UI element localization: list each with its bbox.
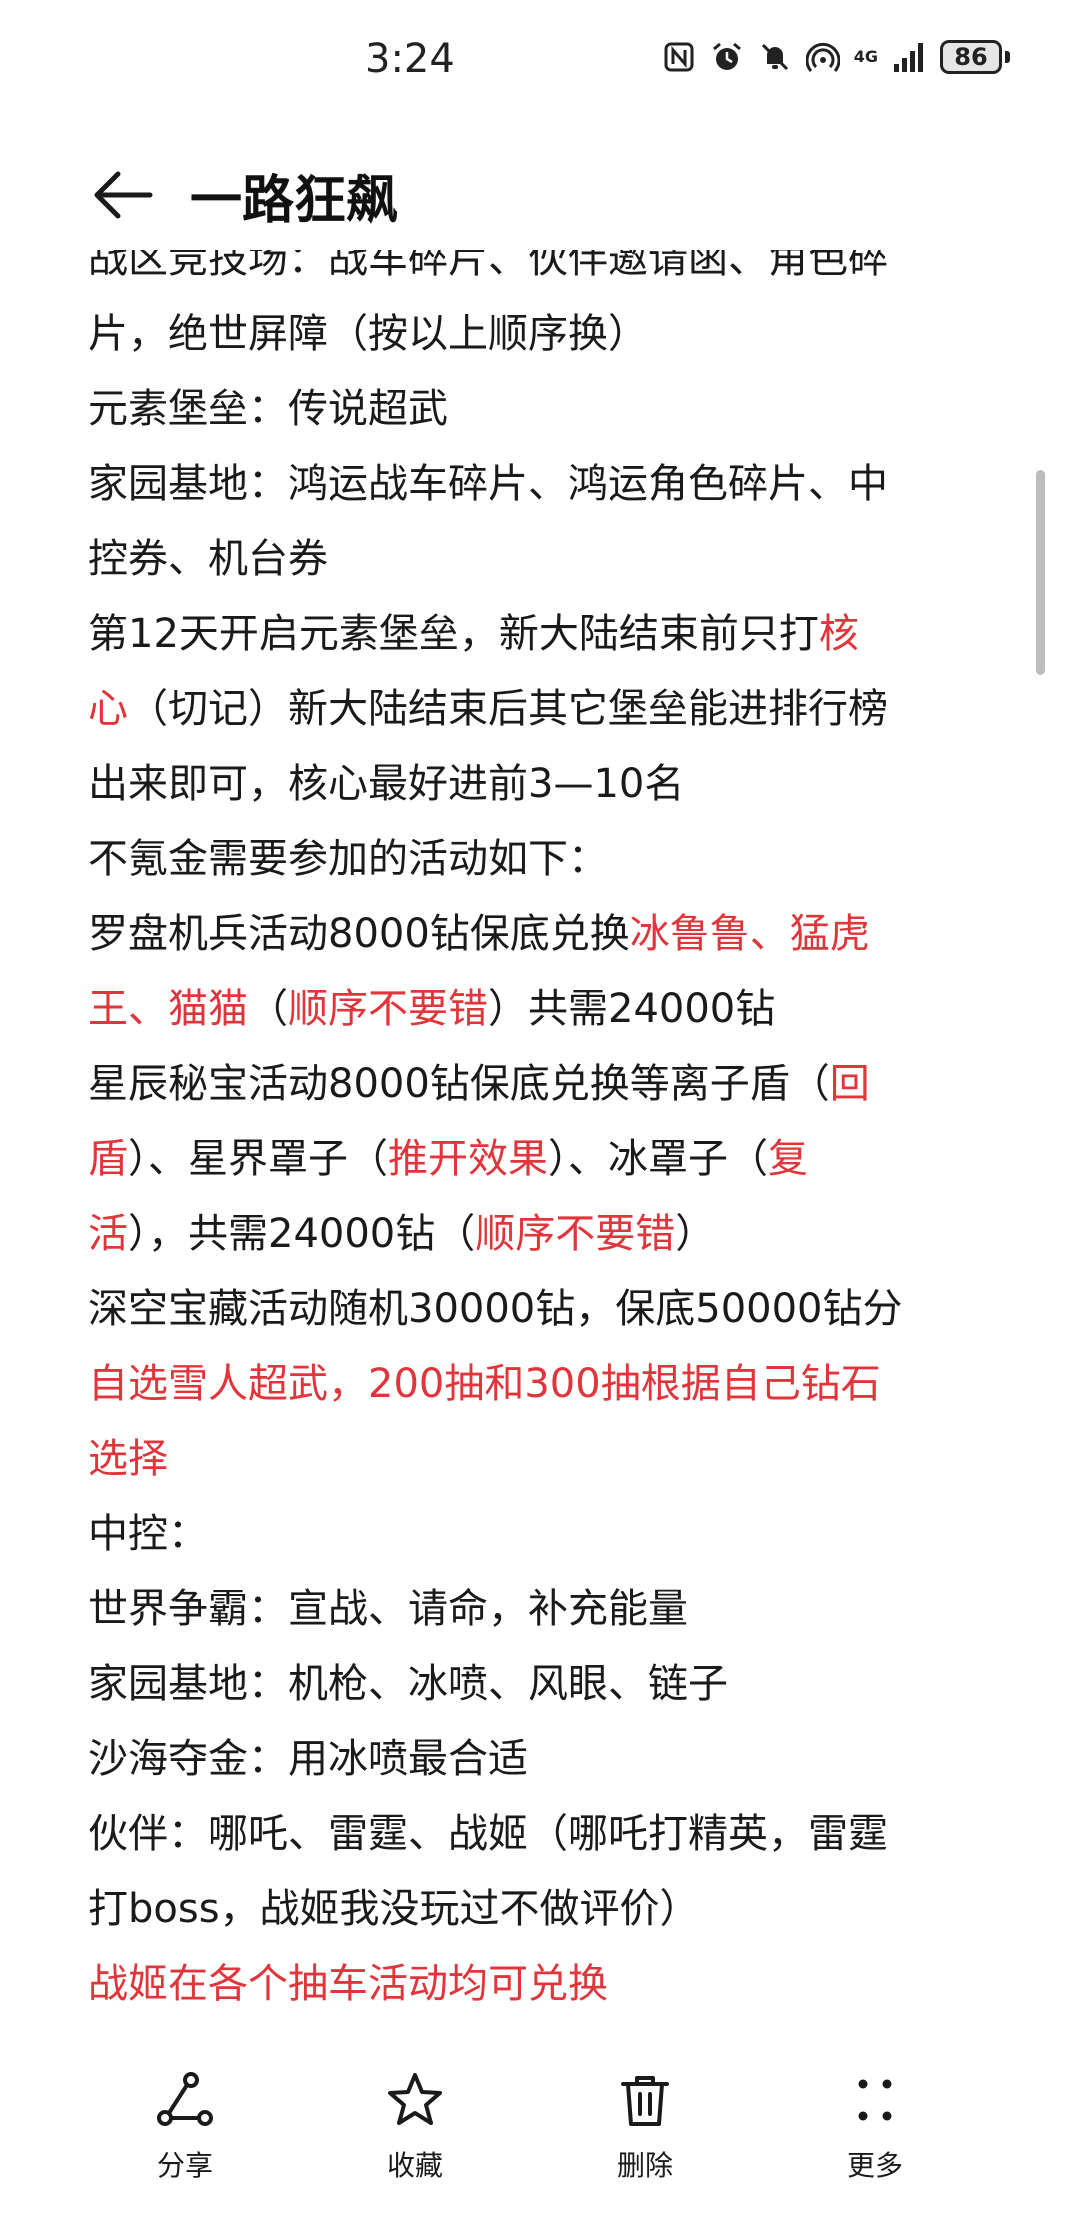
highlight-text: 复 — [768, 1136, 808, 1182]
body-text: 战区竞技场：战车碎片、伙伴邀请函、角色碎 — [88, 250, 888, 282]
text-line: 沙海夺金：用冰喷最合适 — [88, 1722, 998, 1797]
highlight-text: 战姬在各个抽车活动均可兑换 — [88, 1961, 608, 2007]
highlight-text: 回 — [829, 1061, 870, 1107]
more-button[interactable]: 更多 — [805, 2070, 945, 2184]
highlight-text: 核 — [818, 611, 859, 657]
note-content[interactable]: 战区竞技场：战车碎片、伙伴邀请函、角色碎片，绝世屏障（按以上顺序换） 元素堡垒：传… — [88, 250, 998, 2030]
body-text: 星辰秘宝活动8000钻保底兑换等离子盾（ — [88, 1061, 830, 1107]
star-icon — [388, 2073, 442, 2125]
body-text: 出来即可，核心最好进前3—10名 — [88, 761, 685, 807]
battery-tip — [1005, 51, 1010, 63]
share-button[interactable]: 分享 — [115, 2070, 255, 2184]
status-icons: 4G 86 — [662, 40, 1010, 74]
highlight-text: 王、猫猫 — [88, 986, 248, 1032]
body-text: 世界争霸：宣战、请命，补充能量 — [88, 1586, 688, 1632]
text-line: 家园基地：鸿运战车碎片、鸿运角色碎片、中 — [88, 447, 998, 522]
mute-icon — [761, 43, 788, 71]
hotspot-icon — [805, 42, 840, 72]
delete-button[interactable]: 删除 — [575, 2070, 715, 2184]
text-line: 盾）、星界罩子（推开效果）、冰罩子（复 — [88, 1122, 998, 1197]
delete-label: 删除 — [616, 2149, 673, 2182]
body-text: 不氪金需要参加的活动如下： — [88, 836, 608, 882]
network-type: 4G — [853, 47, 878, 66]
favorite-label: 收藏 — [386, 2149, 443, 2182]
nfc-icon — [664, 42, 694, 72]
body-text: （ — [248, 986, 288, 1032]
body-text: 家园基地：机枪、冰喷、风眼、链子 — [88, 1661, 728, 1707]
body-text: 元素堡垒：传说超武 — [88, 386, 448, 432]
battery-level: 86 — [940, 40, 1002, 74]
signal-icon — [894, 43, 923, 72]
scrollbar[interactable] — [1036, 470, 1045, 675]
share-label: 分享 — [156, 2149, 213, 2182]
share-icon — [157, 2072, 213, 2126]
text-line: 世界争霸：宣战、请命，补充能量 — [88, 1572, 998, 1647]
text-line: 伙伴：哪吒、雷霆、战姬（哪吒打精英，雷霆 — [88, 1797, 998, 1872]
trash-icon — [621, 2076, 669, 2126]
highlight-text: 活 — [88, 1211, 128, 1257]
header: 一路狂飙 — [0, 140, 1080, 250]
text-line: 第12天开启元素堡垒，新大陆结束前只打核 — [88, 597, 998, 672]
bottom-toolbar: 分享 收藏 删除 更多 — [0, 2040, 1080, 2228]
highlight-text: 盾 — [88, 1136, 128, 1182]
page-title: 一路狂飙 — [190, 171, 399, 231]
alarm-icon — [712, 42, 741, 70]
body-text: 中控： — [88, 1511, 208, 1557]
more-dots-icon — [858, 2079, 892, 2121]
body-text: 深空宝藏活动随机30000钻，保底50000钻分 — [88, 1286, 903, 1332]
highlight-text: 自选雪人超武，200抽和300抽根据自己钻石 — [88, 1361, 881, 1407]
text-line: 片，绝世屏障（按以上顺序换） — [88, 297, 998, 372]
battery-indicator: 86 — [940, 40, 1010, 74]
body-text: 罗盘机兵活动8000钻保底兑换 — [88, 911, 630, 957]
text-line: 选择 — [88, 1422, 998, 1497]
text-line: 家园基地：机枪、冰喷、风眼、链子 — [88, 1647, 998, 1722]
text-line: 中控： — [88, 1497, 998, 1572]
text-line: 不氪金需要参加的活动如下： — [88, 822, 998, 897]
body-text: ）、星界罩子（ — [128, 1136, 388, 1182]
highlight-text: 顺序不要错 — [475, 1211, 676, 1257]
note-body: 战区竞技场：战车碎片、伙伴邀请函、角色碎片，绝世屏障（按以上顺序换） 元素堡垒：传… — [88, 250, 998, 2022]
body-text: 打boss，战姬我没玩过不做评价） — [88, 1886, 700, 1932]
text-line: 控券、机台券 — [88, 522, 998, 597]
text-line: 深空宝藏活动随机30000钻，保底50000钻分 — [88, 1272, 998, 1347]
more-label: 更多 — [846, 2149, 903, 2182]
body-text: ）、冰罩子（ — [548, 1136, 768, 1182]
text-line: 出来即可，核心最好进前3—10名 — [88, 747, 998, 822]
back-arrow-icon[interactable] — [88, 160, 158, 230]
body-text: 家园基地：鸿运战车碎片、鸿运角色碎片、中 — [88, 461, 888, 507]
status-bar: 3:24 4G 86 — [0, 0, 1080, 120]
status-time: 3:24 — [365, 36, 455, 82]
text-line: 元素堡垒：传说超武 — [88, 372, 998, 447]
text-line: 星辰秘宝活动8000钻保底兑换等离子盾（回 — [88, 1047, 998, 1122]
highlight-text: 推开效果 — [388, 1136, 548, 1182]
highlight-text: 选择 — [88, 1436, 168, 1482]
highlight-text: 冰鲁鲁、猛虎 — [629, 911, 870, 957]
body-text: ），共需24000钻（ — [128, 1211, 476, 1257]
text-line: 打boss，战姬我没玩过不做评价） — [88, 1872, 998, 1947]
text-line: 王、猫猫（顺序不要错）共需24000钻 — [88, 972, 998, 1047]
body-text: （切记）新大陆结束后其它堡垒能进排行榜 — [128, 686, 888, 732]
text-line: 罗盘机兵活动8000钻保底兑换冰鲁鲁、猛虎 — [88, 897, 998, 972]
text-line: 心（切记）新大陆结束后其它堡垒能进排行榜 — [88, 672, 998, 747]
body-text: 伙伴：哪吒、雷霆、战姬（哪吒打精英，雷霆 — [88, 1811, 888, 1857]
highlight-text: 顺序不要错 — [288, 986, 488, 1032]
body-text: ）共需24000钻 — [488, 986, 776, 1032]
body-text: 第12天开启元素堡垒，新大陆结束前只打 — [88, 611, 819, 657]
text-line: 战姬在各个抽车活动均可兑换 — [88, 1947, 998, 2022]
body-text: 控券、机台券 — [88, 536, 328, 582]
favorite-button[interactable]: 收藏 — [345, 2070, 485, 2184]
text-line: 自选雪人超武，200抽和300抽根据自己钻石 — [88, 1347, 998, 1422]
text-line: 活），共需24000钻（顺序不要错） — [88, 1197, 998, 1272]
highlight-text: 心 — [88, 686, 128, 732]
body-text: 片，绝世屏障（按以上顺序换） — [88, 311, 648, 357]
text-line: 战区竞技场：战车碎片、伙伴邀请函、角色碎 — [88, 250, 998, 297]
body-text: 沙海夺金：用冰喷最合适 — [88, 1736, 528, 1782]
body-text: ） — [675, 1211, 716, 1257]
